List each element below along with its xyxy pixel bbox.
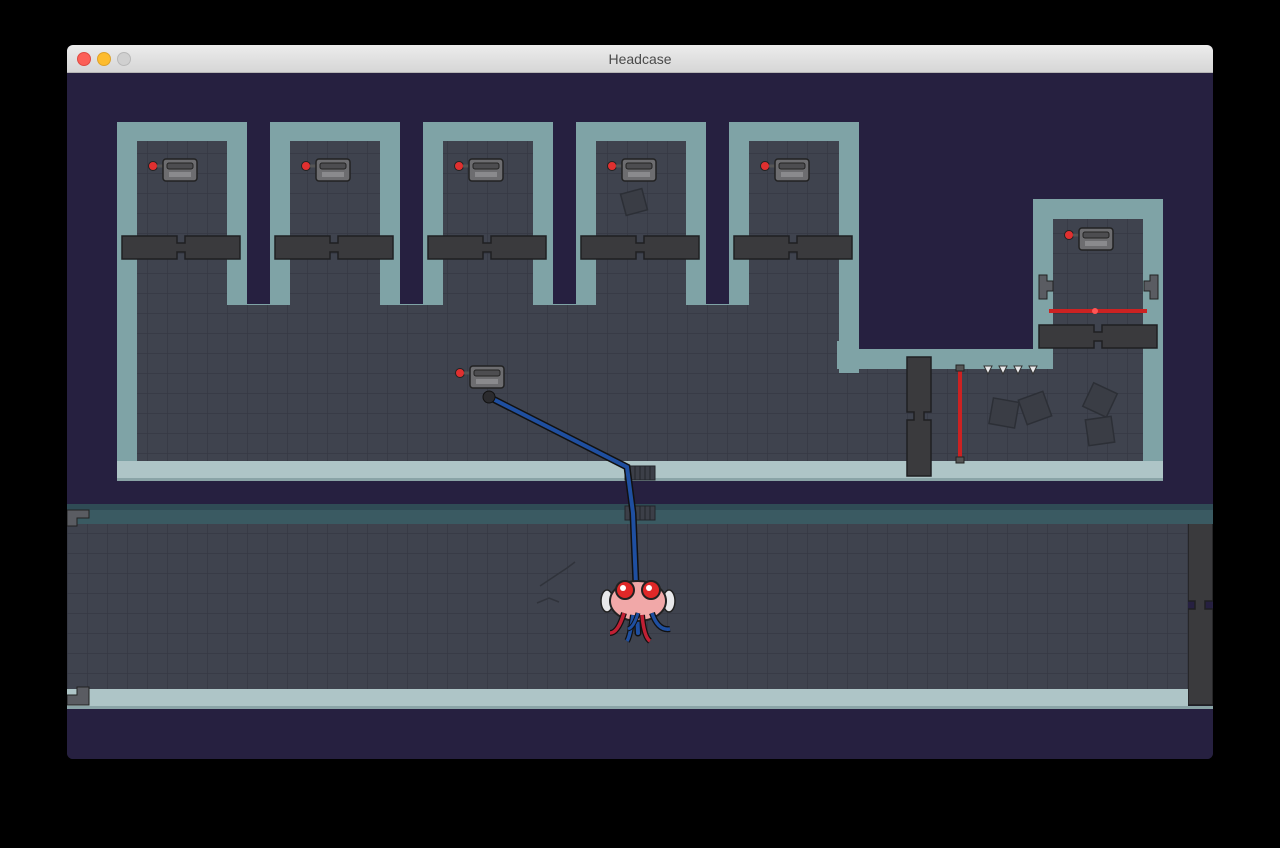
app-window: Headcase — [67, 45, 1213, 759]
window-title: Headcase — [608, 51, 672, 67]
title-bar: Headcase — [67, 45, 1213, 73]
game-canvas[interactable] — [67, 73, 1213, 759]
